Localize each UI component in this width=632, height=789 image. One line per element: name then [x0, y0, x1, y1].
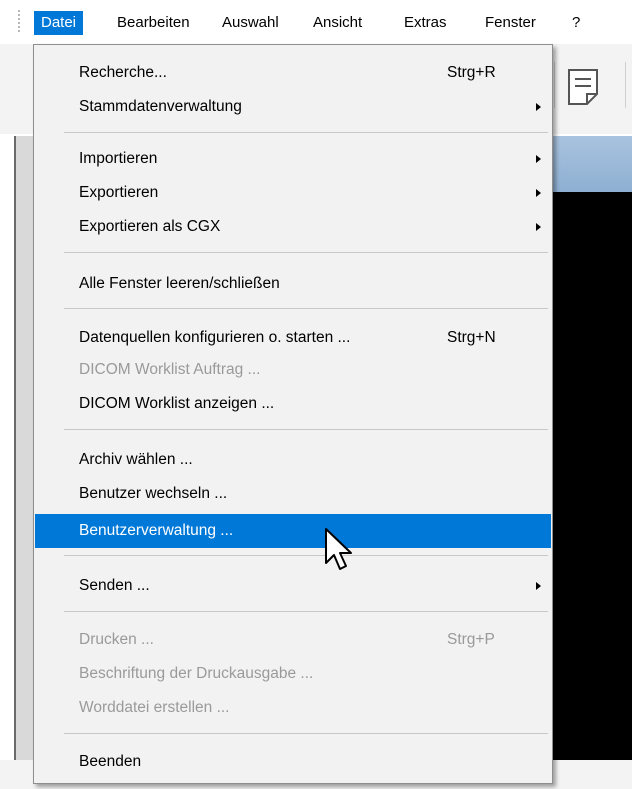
menu-fenster[interactable]: Fenster	[478, 11, 543, 35]
menu-item-senden[interactable]: Senden ...	[35, 569, 551, 603]
menu-item-label: Alle Fenster leeren/schließen	[79, 275, 280, 292]
chevron-right-icon	[536, 189, 541, 197]
menu-extras[interactable]: Extras	[397, 11, 454, 35]
menu-item-label: Senden ...	[79, 577, 150, 594]
menu-separator	[64, 252, 548, 253]
menu-item-exportieren-cgx[interactable]: Exportieren als CGX	[35, 210, 551, 244]
menu-item-label: Benutzerverwaltung ...	[79, 522, 234, 539]
menu-item-label: DICOM Worklist anzeigen ...	[79, 395, 275, 412]
menu-item-dicom-anzeigen[interactable]: DICOM Worklist anzeigen ...	[35, 387, 551, 421]
menu-bar: Datei Bearbeiten Auswahl Ansicht Extras …	[0, 0, 632, 44]
menu-item-benutzer-wechseln[interactable]: Benutzer wechseln ...	[35, 477, 551, 511]
menu-separator	[64, 132, 548, 133]
chevron-right-icon	[536, 155, 541, 163]
menu-item-exportieren[interactable]: Exportieren	[35, 176, 551, 210]
menu-item-label: Worddatei erstellen ...	[79, 699, 230, 716]
menu-bearbeiten[interactable]: Bearbeiten	[110, 11, 197, 35]
menu-item-label: Archiv wählen ...	[79, 451, 193, 468]
mouse-pointer-icon	[325, 528, 352, 570]
image-viewport[interactable]	[549, 192, 632, 789]
menu-item-datenquellen[interactable]: Datenquellen konfigurieren o. starten ..…	[35, 321, 551, 355]
chevron-right-icon	[536, 582, 541, 590]
menu-item-label: Exportieren als CGX	[79, 218, 221, 235]
menu-item-archiv-waehlen[interactable]: Archiv wählen ...	[35, 443, 551, 477]
menu-item-beschriftung: Beschriftung der Druckausgabe ...	[35, 657, 551, 691]
menu-item-label: Drucken ...	[79, 631, 154, 648]
menu-separator	[64, 308, 548, 309]
menu-item-worddatei: Worddatei erstellen ...	[35, 691, 551, 725]
menu-item-importieren[interactable]: Importieren	[35, 142, 551, 176]
menu-item-label: Datenquellen konfigurieren o. starten ..…	[79, 329, 351, 346]
menu-item-shortcut: Strg+P	[447, 631, 495, 648]
menu-item-label: Benutzer wechseln ...	[79, 485, 228, 502]
datei-dropdown-menu: Recherche... Strg+R Stammdatenverwaltung…	[33, 44, 553, 784]
menu-item-label: Beenden	[79, 753, 142, 770]
menu-item-label: DICOM Worklist Auftrag ...	[79, 361, 261, 378]
menu-item-recherche[interactable]: Recherche... Strg+R	[35, 56, 551, 90]
menu-item-shortcut: Strg+N	[447, 329, 496, 346]
document-note-icon[interactable]	[566, 68, 600, 106]
menu-item-label: Recherche...	[79, 64, 167, 81]
chevron-right-icon	[536, 223, 541, 231]
menu-item-label: Importieren	[79, 150, 158, 167]
menu-separator	[64, 429, 548, 430]
menu-separator	[64, 555, 548, 556]
menu-item-stammdatenverwaltung[interactable]: Stammdatenverwaltung	[35, 90, 551, 124]
child-window-titlebar[interactable]	[549, 136, 632, 192]
toolbar-separator	[625, 62, 626, 108]
menu-item-drucken: Drucken ... Strg+P	[35, 623, 551, 657]
menu-auswahl[interactable]: Auswahl	[215, 11, 286, 35]
menu-separator	[64, 611, 548, 612]
menu-datei[interactable]: Datei	[34, 11, 84, 35]
menu-item-label: Stammdatenverwaltung	[79, 98, 242, 115]
menu-help[interactable]: ?	[565, 11, 587, 35]
menu-separator	[64, 733, 548, 734]
menu-item-beenden[interactable]: Beenden	[35, 745, 551, 779]
menu-item-label: Beschriftung der Druckausgabe ...	[79, 665, 314, 682]
toolbar-separator	[554, 62, 555, 108]
menubar-grip	[18, 10, 20, 34]
menu-item-alle-fenster[interactable]: Alle Fenster leeren/schließen	[35, 267, 551, 301]
menu-ansicht[interactable]: Ansicht	[306, 11, 369, 35]
menu-item-label: Exportieren	[79, 184, 159, 201]
chevron-right-icon	[536, 103, 541, 111]
menu-item-benutzerverwaltung[interactable]: Benutzerverwaltung ...	[35, 514, 551, 548]
menu-item-shortcut: Strg+R	[447, 64, 496, 81]
menu-item-dicom-auftrag: DICOM Worklist Auftrag ...	[35, 353, 551, 387]
